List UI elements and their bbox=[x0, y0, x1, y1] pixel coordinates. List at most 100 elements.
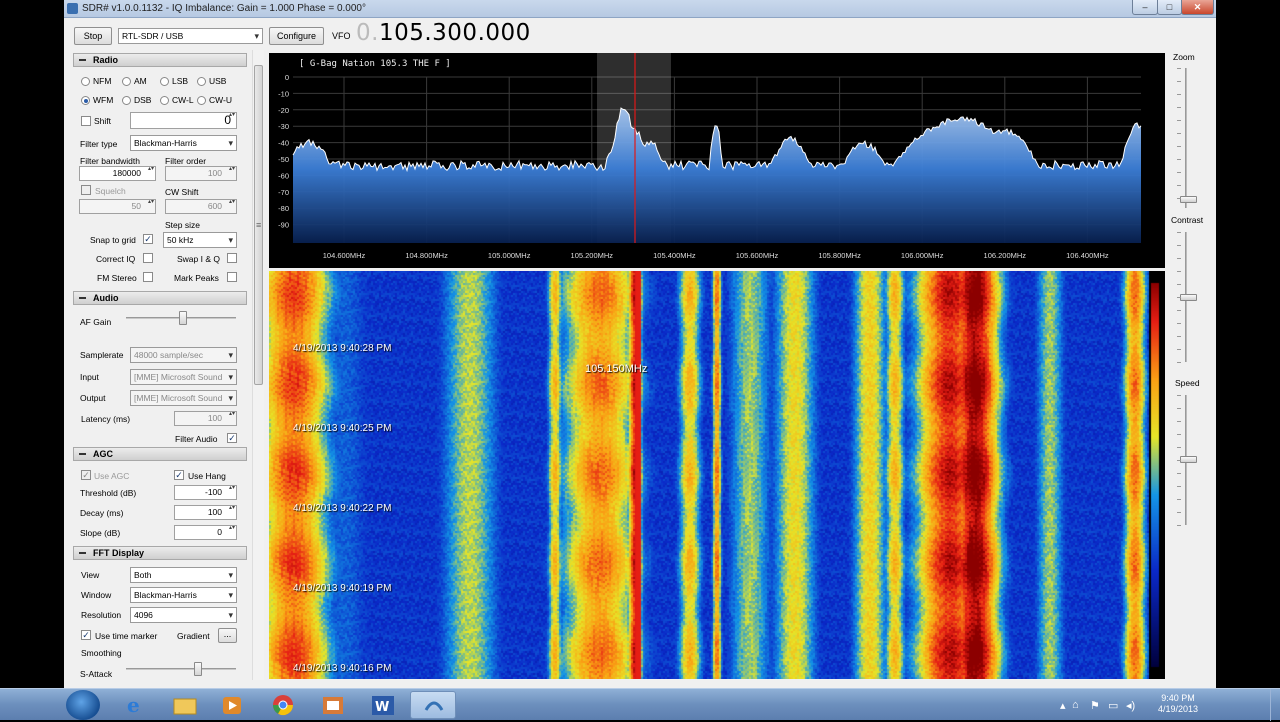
show-desktop-button[interactable] bbox=[1270, 689, 1280, 721]
correct-iq-checkbox[interactable] bbox=[143, 253, 153, 263]
decay-label: Decay (ms) bbox=[80, 508, 124, 518]
media-player-icon[interactable] bbox=[210, 691, 256, 719]
freq-tick-label: 105.000MHz bbox=[488, 251, 531, 260]
agc-section-header[interactable]: AGC bbox=[73, 447, 247, 461]
view-select[interactable]: Both bbox=[130, 567, 237, 583]
paint-icon[interactable] bbox=[310, 691, 356, 719]
freq-tick-label: 106.400MHz bbox=[1066, 251, 1109, 260]
source-select[interactable]: RTL-SDR / USB bbox=[118, 28, 263, 44]
db-tick-label: -40 bbox=[278, 139, 289, 148]
minimize-button[interactable]: – bbox=[1132, 0, 1158, 15]
gradient-button[interactable]: ... bbox=[218, 628, 237, 643]
radio-section-header[interactable]: Radio bbox=[73, 53, 247, 67]
output-device-select[interactable]: [MME] Microsoft Sound bbox=[130, 390, 237, 406]
time-marker-label: 4/19/2013 9:40:22 PM bbox=[293, 503, 392, 514]
audio-section-header[interactable]: Audio bbox=[73, 291, 247, 305]
spectrum-plot[interactable]: 0 -10 -20 -30 -40 -50 -60 -70 -80 -90 104.600MHz 10… bbox=[269, 53, 1165, 268]
mode-radio-nfm[interactable] bbox=[81, 77, 90, 86]
cw-shift-input[interactable]: 600 bbox=[165, 199, 237, 214]
filter-order-input[interactable]: 100 bbox=[165, 166, 237, 181]
explorer-icon[interactable] bbox=[162, 691, 208, 719]
af-gain-slider[interactable] bbox=[179, 311, 188, 325]
latency-label: Latency (ms) bbox=[81, 414, 131, 424]
vfo-frequency: 105.300.000 bbox=[378, 20, 531, 46]
use-hang-checkbox[interactable]: ✓ bbox=[174, 470, 184, 480]
time-marker-label: 4/19/2013 9:40:16 PM bbox=[293, 663, 392, 674]
mode-radio-wfm[interactable] bbox=[81, 96, 90, 105]
volume-icon[interactable]: ◂) bbox=[1126, 699, 1135, 712]
start-button[interactable] bbox=[66, 690, 100, 720]
input-device-select[interactable]: [MME] Microsoft Sound bbox=[130, 369, 237, 385]
maximize-button[interactable]: □ bbox=[1157, 0, 1182, 15]
swap-iq-checkbox[interactable] bbox=[227, 253, 237, 263]
window-select[interactable]: Blackman-Harris bbox=[130, 587, 237, 603]
correct-iq-label: Correct IQ bbox=[96, 254, 136, 264]
slope-input[interactable]: 0 bbox=[174, 525, 237, 540]
shift-input[interactable]: 0 bbox=[130, 112, 237, 129]
configure-button[interactable]: Configure bbox=[269, 27, 324, 45]
slider-tick bbox=[1177, 512, 1181, 513]
vfo-display[interactable]: 0.105.300.000 bbox=[356, 20, 531, 46]
squelch-input[interactable]: 50 bbox=[79, 199, 156, 214]
mode-radio-dsb[interactable] bbox=[122, 96, 131, 105]
view-label: View bbox=[81, 570, 100, 580]
waterfall-canvas[interactable] bbox=[269, 271, 1165, 679]
title-bar[interactable]: SDR# v1.0.0.1132 - IQ Imbalance: Gain = … bbox=[64, 0, 1216, 18]
filter-type-select[interactable]: Blackman-Harris bbox=[130, 135, 237, 151]
zoom-track bbox=[1185, 68, 1187, 208]
latency-input[interactable]: 100 bbox=[174, 411, 237, 426]
waterfall-display[interactable]: 4/19/2013 9:40:28 PM 4/19/2013 9:40:25 PM… bbox=[269, 271, 1165, 679]
fm-stereo-checkbox[interactable] bbox=[143, 272, 153, 282]
zoom-slider[interactable] bbox=[1180, 196, 1197, 203]
s-attack-slider[interactable] bbox=[194, 662, 202, 676]
filter-order-label: Filter order bbox=[165, 156, 207, 166]
db-tick-label: 0 bbox=[285, 73, 289, 82]
panel-scrollbar[interactable] bbox=[252, 50, 264, 680]
mode-radio-lsb[interactable] bbox=[160, 77, 169, 86]
network-icon[interactable]: ⌂ bbox=[1072, 699, 1079, 711]
contrast-slider[interactable] bbox=[1180, 294, 1197, 301]
mode-radio-cw-l[interactable] bbox=[160, 96, 169, 105]
time-marker-checkbox[interactable]: ✓ bbox=[81, 630, 91, 640]
svg-text:e: e bbox=[127, 693, 140, 717]
decay-input[interactable]: 100 bbox=[174, 505, 237, 520]
fft-section-header[interactable]: FFT Display bbox=[73, 546, 247, 560]
swap-iq-label: Swap I & Q bbox=[177, 254, 220, 264]
mode-label-nfm: NFM bbox=[93, 76, 112, 86]
threshold-input[interactable]: -100 bbox=[174, 485, 237, 500]
display-icon[interactable]: ▭ bbox=[1108, 699, 1118, 712]
filter-audio-checkbox[interactable]: ✓ bbox=[227, 433, 237, 443]
slope-label: Slope (dB) bbox=[80, 528, 121, 538]
ie-icon[interactable]: e bbox=[112, 691, 158, 719]
use-agc-checkbox[interactable]: ✓ bbox=[81, 470, 91, 480]
system-clock[interactable]: 9:40 PM 4/19/2013 bbox=[1148, 693, 1208, 715]
squelch-checkbox[interactable] bbox=[81, 185, 91, 195]
slider-tick bbox=[1177, 258, 1181, 259]
chrome-icon[interactable] bbox=[260, 691, 306, 719]
shift-checkbox[interactable] bbox=[81, 116, 91, 126]
db-tick-label: -20 bbox=[278, 106, 289, 115]
samplerate-select[interactable]: 48000 sample/sec bbox=[130, 347, 237, 363]
speed-slider[interactable] bbox=[1180, 456, 1197, 463]
samplerate-label: Samplerate bbox=[80, 350, 124, 360]
mode-radio-usb[interactable] bbox=[197, 77, 206, 86]
resolution-select[interactable]: 4096 bbox=[130, 607, 237, 623]
step-size-select[interactable]: 50 kHz bbox=[163, 232, 237, 248]
filter-bandwidth-label: Filter bandwidth bbox=[80, 156, 141, 166]
snap-to-grid-checkbox[interactable]: ✓ bbox=[143, 234, 153, 244]
splitter-grip[interactable]: ≡ bbox=[256, 220, 261, 230]
mark-peaks-checkbox[interactable] bbox=[227, 272, 237, 282]
action-center-flag-icon[interactable]: ⚑ bbox=[1090, 699, 1100, 712]
stop-button[interactable]: Stop bbox=[74, 27, 112, 45]
close-button[interactable]: ✕ bbox=[1181, 0, 1214, 15]
show-hidden-icons-icon[interactable]: ▴ bbox=[1060, 699, 1066, 712]
speed-label: Speed bbox=[1175, 378, 1200, 388]
mode-radio-cw-u[interactable] bbox=[197, 96, 206, 105]
word-icon[interactable]: W bbox=[360, 691, 406, 719]
filter-bandwidth-input[interactable]: 180000 bbox=[79, 166, 156, 181]
spectrum-analyzer[interactable]: 0 -10 -20 -30 -40 -50 -60 -70 -80 -90 104.600MHz 10… bbox=[269, 53, 1165, 268]
time-marker-label: 4/19/2013 9:40:25 PM bbox=[293, 423, 392, 434]
mode-radio-am[interactable] bbox=[122, 77, 131, 86]
slider-tick bbox=[1177, 408, 1181, 409]
sdrsharp-icon[interactable] bbox=[410, 691, 456, 719]
